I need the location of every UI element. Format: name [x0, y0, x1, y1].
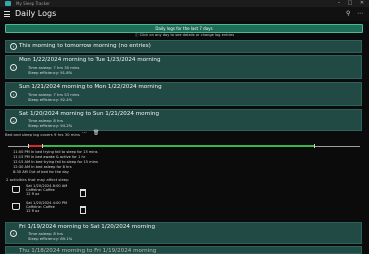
sleep-efficiency: Sleep efficiency: 91.8% [28, 70, 73, 75]
day-card-fri[interactable]: › Fri 1/19/2024 morning to Sat 1/20/2024… [5, 222, 362, 244]
timeline-tick [42, 144, 43, 148]
timeline-asleep-segment [42, 145, 314, 147]
timeline-awake-segment [28, 145, 42, 147]
log-event: 8:30 AM Out of bed for the day [13, 170, 69, 174]
day-card-title: This morning to tomorrow morning (no ent… [19, 43, 151, 49]
app-header: Daily Logs ⚲ ⋯ [0, 7, 369, 21]
log-event: 11:00 PM In bed trying fall to sleep for… [13, 150, 98, 154]
expand-icon[interactable]: › [10, 64, 17, 71]
summary-banner[interactable]: Daily logs for the last 7 days [5, 24, 363, 33]
timeline-tick [28, 144, 29, 148]
hint-label: Click on any day to see details or chang… [139, 33, 235, 37]
log-event: 12:15 AM In bed trying fall to sleep for… [13, 160, 98, 164]
log-summary: Bed and sleep log covers 9 hrs 30 mins [5, 132, 80, 137]
info-icon: ⓘ [134, 33, 139, 37]
maximize-button[interactable]: □ [345, 0, 355, 7]
activity-text: Sat 1/20/2024 8:00 AM Caffeine: Coffee 1… [26, 184, 68, 196]
day-card-title: Sat 1/20/2024 morning to Sun 1/21/2024 m… [19, 111, 159, 117]
filter-icon[interactable]: ⚲ [346, 10, 350, 17]
activities-label: 2 activities that may affect sleep [6, 177, 69, 182]
minimize-button[interactable]: – [334, 0, 344, 7]
coffee-icon [12, 186, 20, 193]
hint-text: ⓘ Click on any day to see details or cha… [0, 33, 369, 38]
day-card-sun[interactable]: › Sun 1/21/2024 morning to Mon 1/22/2024… [5, 82, 362, 106]
trash-icon[interactable]: 🗑 [93, 130, 99, 136]
expand-icon[interactable]: › [10, 230, 17, 237]
day-card-mon[interactable]: › Mon 1/22/2024 morning to Tue 1/23/2024… [5, 55, 362, 79]
app-icon [5, 1, 11, 6]
day-card-today[interactable]: › This morning to tomorrow morning (no e… [5, 40, 362, 53]
day-card-title: Thu 1/18/2024 morning to Fri 1/19/2024 m… [19, 248, 157, 254]
activity-text: Sat 1/20/2024 4:00 PM Caffeine: Coffee 1… [26, 201, 68, 213]
page-title: Daily Logs [15, 9, 57, 18]
log-event: 11:15 PM In bed awake & active for 1 hr [13, 155, 86, 159]
coffee-icon [12, 203, 20, 210]
timeline-tick [314, 144, 315, 148]
expand-icon[interactable]: › [10, 43, 17, 50]
close-button[interactable]: ✕ [357, 0, 367, 7]
delete-activity-icon[interactable] [80, 206, 86, 214]
more-icon[interactable]: ⋯ [357, 10, 363, 17]
day-card-title: Mon 1/22/2024 morning to Tue 1/23/2024 m… [19, 57, 161, 63]
delete-activity-icon[interactable] [80, 189, 86, 197]
window-titlebar: My Sleep Tracker – □ ✕ [0, 0, 369, 7]
more-icon[interactable]: ⋯ [82, 130, 87, 136]
collapse-icon[interactable]: ⌄ [10, 117, 17, 124]
day-card-title: Sun 1/21/2024 morning to Mon 1/22/2024 m… [19, 84, 162, 90]
sleep-efficiency: Sleep efficiency: 92.4% [28, 97, 73, 102]
menu-icon[interactable] [4, 11, 10, 19]
sleep-efficiency: Sleep efficiency: 89.1% [28, 236, 73, 241]
day-card-title: Fri 1/19/2024 morning to Sat 1/20/2024 m… [19, 224, 156, 230]
day-card-sat[interactable]: ⌄ Sat 1/20/2024 morning to Sun 1/21/2024… [5, 109, 362, 131]
log-event: 12:30 AM In bed asleep for 8 hrs [13, 165, 72, 169]
sleep-efficiency: Sleep efficiency: 94.2% [28, 123, 73, 128]
window-title: My Sleep Tracker [16, 1, 50, 6]
expand-icon[interactable]: › [10, 91, 17, 98]
